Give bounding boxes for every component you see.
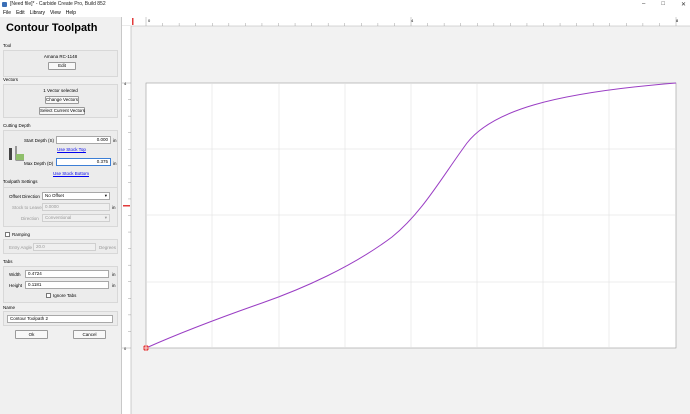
cutting-depth-section-label: Cutting Depth — [3, 123, 31, 128]
close-icon[interactable]: ✕ — [681, 1, 686, 8]
left-ruler-cursor-marker — [123, 205, 130, 207]
toolpath-panel: Contour Toolpath Tool Amana RC-1148 Edit… — [0, 17, 122, 414]
ramping-checkbox[interactable] — [5, 232, 10, 237]
direction-select[interactable]: Conventional ▾ — [42, 214, 110, 222]
entry-angle-label: Entry Angle — [9, 245, 33, 250]
toolpath-settings-section-label: Toolpath Settings — [3, 179, 38, 184]
window-title: [Need file]* - Carbide Create Pro, Build… — [10, 1, 106, 7]
max-depth-unit: in — [113, 161, 117, 166]
start-depth-unit: in — [113, 138, 117, 143]
use-stock-top-link[interactable]: Use Stock Top — [57, 147, 86, 152]
menu-library[interactable]: Library — [30, 9, 45, 17]
stock-to-leave-unit: in — [112, 205, 116, 210]
menu-help[interactable]: Help — [66, 9, 76, 17]
use-stock-bottom-link[interactable]: Use Stock Bottom — [53, 171, 89, 176]
tool-box: Amana RC-1148 Edit — [3, 50, 118, 77]
menu-file[interactable]: File — [3, 9, 11, 17]
max-depth-label: Max Depth (D) — [24, 161, 54, 166]
tab-height-input[interactable]: 0.1181 — [25, 281, 109, 289]
direction-label: Direction — [21, 216, 39, 221]
start-depth-input[interactable]: 0.000 — [56, 136, 111, 144]
entry-angle-unit: Degrees — [99, 245, 117, 250]
top-ruler — [122, 17, 690, 26]
ignore-tabs-checkbox[interactable] — [46, 293, 51, 298]
vector-status: 1 Vector selected — [43, 88, 78, 93]
stock-to-leave-input[interactable]: 0.0000 — [42, 203, 110, 211]
minimize-icon[interactable]: – — [642, 1, 645, 8]
entry-angle-input[interactable]: 20.0 — [33, 243, 96, 251]
window-controls: – □ ✕ — [642, 1, 686, 8]
tabs-box: Width 0.4724 in Height 0.1181 in Ignore … — [3, 266, 118, 303]
ok-button[interactable]: Ok — [15, 330, 48, 339]
select-current-vectors-button[interactable]: Select Current Vectors — [39, 107, 85, 115]
menu-view[interactable]: View — [50, 9, 61, 17]
start-depth-label: Start Depth (S) — [24, 138, 55, 143]
tool-section-label: Tool — [3, 43, 12, 48]
change-vectors-button[interactable]: Change Vectors — [45, 96, 79, 104]
tabs-section-label: Tabs — [3, 259, 13, 264]
offset-direction-select[interactable]: No Offset ▾ — [42, 192, 110, 200]
tab-height-unit: in — [112, 283, 116, 288]
menu-bar: File Edit Library View Help — [0, 9, 690, 17]
direction-value: Conventional — [45, 215, 72, 220]
tab-height-label: Height — [9, 283, 23, 288]
workspace[interactable]: 0 4 8 4 0 — [122, 17, 690, 414]
ramping-label: Ramping — [12, 232, 31, 237]
name-box: Contour Toolpath 2 — [3, 311, 118, 326]
tab-width-label: Width — [9, 272, 21, 277]
max-depth-input[interactable]: 0.375 — [56, 158, 111, 166]
toolpath-name-input[interactable]: Contour Toolpath 2 — [7, 315, 113, 323]
edit-tool-button[interactable]: Edit — [48, 62, 76, 70]
tab-width-unit: in — [112, 272, 116, 277]
offset-direction-label: Offset Direction — [9, 194, 40, 199]
tool-name: Amana RC-1148 — [43, 54, 78, 59]
tab-width-input[interactable]: 0.4724 — [25, 270, 109, 278]
workspace-canvas[interactable]: 0 4 8 4 0 — [122, 17, 690, 414]
cancel-button[interactable]: Cancel — [73, 330, 106, 339]
maximize-icon[interactable]: □ — [661, 1, 665, 8]
vectors-box: 1 Vector selected Change Vectors Select … — [3, 84, 118, 118]
title-bar: [Need file]* - Carbide Create Pro, Build… — [0, 0, 690, 9]
chevron-down-icon: ▾ — [104, 193, 107, 198]
vectors-section-label: Vectors — [3, 77, 19, 82]
panel-title: Contour Toolpath — [6, 22, 98, 34]
chevron-down-icon: ▾ — [104, 215, 107, 220]
stock-to-leave-label: Stock to Leave — [12, 205, 42, 210]
toolpath-settings-box: Offset Direction No Offset ▾ Stock to Le… — [3, 187, 118, 227]
name-section-label: Name — [3, 305, 16, 310]
ignore-tabs-label: Ignore Tabs — [53, 293, 77, 298]
top-ruler-cursor-marker — [132, 18, 134, 25]
offset-direction-value: No Offset — [45, 193, 64, 198]
menu-edit[interactable]: Edit — [16, 9, 25, 17]
ramping-box: Entry Angle 20.0 Degrees — [3, 239, 118, 254]
app-icon — [2, 2, 7, 7]
